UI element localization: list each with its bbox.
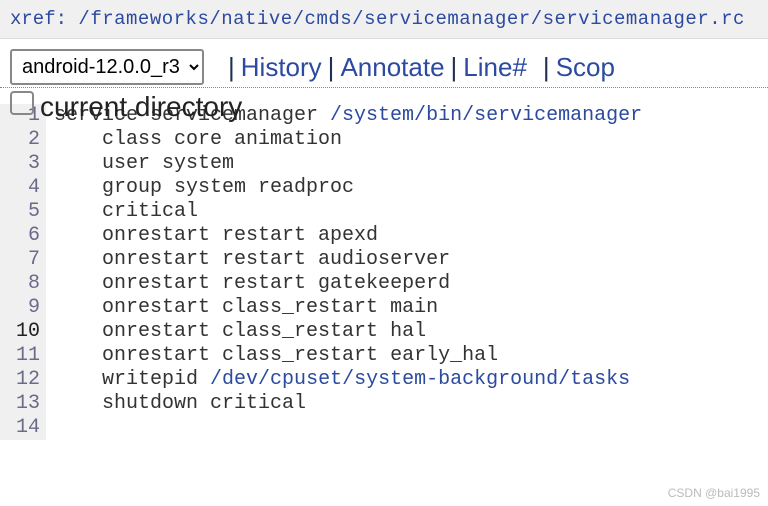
code-line: shutdown critical bbox=[54, 392, 642, 416]
code-line bbox=[54, 416, 642, 440]
code-text: onrestart restart apexd bbox=[102, 224, 378, 247]
code-text: onrestart restart audioserver bbox=[102, 248, 450, 271]
divider: | bbox=[543, 52, 550, 83]
line-number[interactable]: 8 bbox=[6, 272, 40, 296]
line-number[interactable]: 6 bbox=[6, 224, 40, 248]
code-text: shutdown critical bbox=[102, 392, 306, 415]
code-line: onrestart restart apexd bbox=[54, 224, 642, 248]
code-text: onrestart class_restart main bbox=[102, 296, 438, 319]
code-text: onrestart class_restart early_hal bbox=[102, 344, 498, 367]
code-text: user system bbox=[102, 152, 234, 175]
code-line: onrestart restart gatekeeperd bbox=[54, 272, 642, 296]
code-line: onrestart class_restart hal bbox=[54, 320, 642, 344]
code-text: class core animation bbox=[102, 128, 342, 151]
code-text: group system readproc bbox=[102, 176, 354, 199]
code-line: writepid /dev/cpuset/system-background/t… bbox=[54, 368, 642, 392]
code-line: class core animation bbox=[54, 128, 642, 152]
line-number[interactable]: 4 bbox=[6, 176, 40, 200]
line-number[interactable]: 9 bbox=[6, 296, 40, 320]
branch-select[interactable]: android-12.0.0_r3 bbox=[10, 49, 204, 85]
line-number[interactable]: 12 bbox=[6, 368, 40, 392]
line-number[interactable]: 14 bbox=[6, 416, 40, 440]
line-number[interactable]: 3 bbox=[6, 152, 40, 176]
xref-label: xref: bbox=[10, 8, 78, 30]
lineno-link[interactable]: Line# bbox=[463, 52, 527, 83]
history-link[interactable]: History bbox=[241, 52, 322, 83]
watermark: CSDN @bai1995 bbox=[668, 486, 760, 500]
line-number[interactable]: 11 bbox=[6, 344, 40, 368]
line-number[interactable]: 5 bbox=[6, 200, 40, 224]
code-text: onrestart restart gatekeeperd bbox=[102, 272, 450, 295]
current-directory-checkbox[interactable] bbox=[10, 91, 34, 115]
line-number[interactable]: 7 bbox=[6, 248, 40, 272]
code-line: onrestart class_restart main bbox=[54, 296, 642, 320]
toolbar: android-12.0.0_r3 | History | Annotate |… bbox=[0, 39, 768, 88]
current-directory-label: current directory bbox=[40, 91, 242, 123]
annotate-link[interactable]: Annotate bbox=[340, 52, 444, 83]
code-line: onrestart restart audioserver bbox=[54, 248, 642, 272]
divider: | bbox=[228, 52, 235, 83]
code-area: 1234567891011121314 service servicemanag… bbox=[0, 104, 768, 440]
xref-breadcrumb: xref: /frameworks/native/cmds/serviceman… bbox=[0, 0, 768, 39]
code-line: onrestart class_restart early_hal bbox=[54, 344, 642, 368]
line-number[interactable]: 13 bbox=[6, 392, 40, 416]
code-text: writepid bbox=[102, 368, 210, 391]
current-directory-row: current directory bbox=[0, 88, 768, 118]
divider: | bbox=[328, 52, 335, 83]
code-line: critical bbox=[54, 200, 642, 224]
line-number[interactable]: 2 bbox=[6, 128, 40, 152]
line-number[interactable]: 10 bbox=[6, 320, 40, 344]
code-block: service servicemanager /system/bin/servi… bbox=[46, 104, 642, 440]
path-link[interactable]: /dev/cpuset/system-background/tasks bbox=[210, 368, 630, 391]
code-line: user system bbox=[54, 152, 642, 176]
xref-path[interactable]: /frameworks/native/cmds/servicemanager/s… bbox=[78, 8, 745, 30]
line-gutter: 1234567891011121314 bbox=[0, 104, 46, 440]
divider: | bbox=[451, 52, 458, 83]
code-text: critical bbox=[102, 200, 198, 223]
scopes-link[interactable]: Scop bbox=[556, 52, 615, 83]
code-line: group system readproc bbox=[54, 176, 642, 200]
code-text: onrestart class_restart hal bbox=[102, 320, 426, 343]
